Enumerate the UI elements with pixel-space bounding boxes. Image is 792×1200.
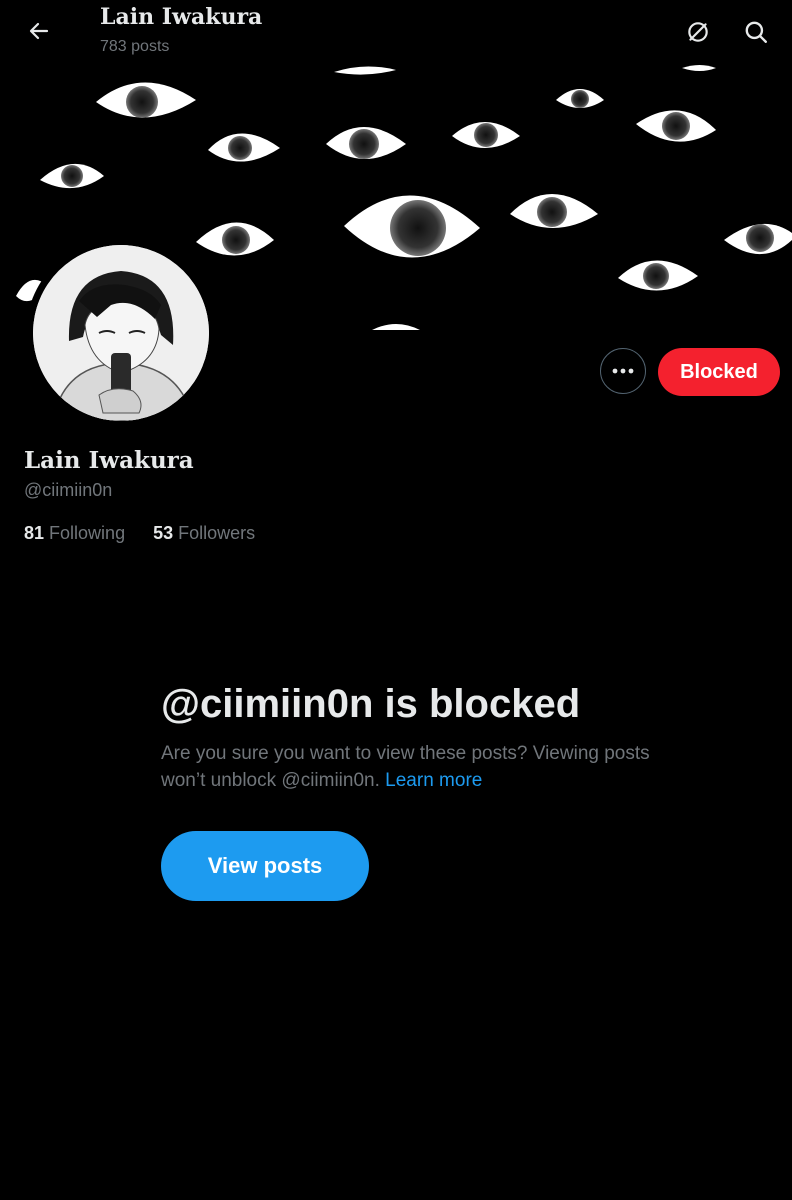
back-button[interactable] bbox=[22, 14, 56, 48]
following-link[interactable]: 81 Following bbox=[24, 523, 125, 544]
blocked-notice-description: Are you sure you want to view these post… bbox=[161, 740, 661, 794]
display-name: Lain Iwakura bbox=[24, 447, 194, 474]
view-posts-button[interactable]: View posts bbox=[161, 831, 369, 901]
followers-count: 53 bbox=[153, 523, 174, 543]
blocked-notice-title: @ciimiin0n is blocked bbox=[161, 682, 581, 726]
follow-stats: 81 Following 53 Followers bbox=[24, 523, 255, 544]
profile-avatar[interactable] bbox=[26, 238, 216, 428]
more-options-icon bbox=[612, 368, 634, 374]
post-count: 783 posts bbox=[100, 38, 170, 55]
top-bar: Lain Iwakura 783 posts bbox=[0, 0, 792, 64]
more-options-button[interactable] bbox=[600, 348, 646, 394]
blocked-button[interactable]: Blocked bbox=[658, 348, 780, 396]
avatar-image bbox=[33, 245, 209, 421]
followers-label: Followers bbox=[178, 523, 256, 543]
search-button[interactable] bbox=[738, 14, 774, 50]
back-arrow-icon bbox=[29, 22, 49, 40]
sync-icon bbox=[688, 22, 708, 42]
learn-more-link[interactable]: Learn more bbox=[385, 770, 482, 791]
search-icon bbox=[745, 21, 767, 43]
following-count: 81 bbox=[24, 523, 45, 543]
header-title: Lain Iwakura bbox=[100, 4, 263, 30]
user-handle: @ciimiin0n bbox=[24, 480, 113, 500]
followers-link[interactable]: 53 Followers bbox=[153, 523, 255, 544]
following-label: Following bbox=[49, 523, 126, 543]
sync-button[interactable] bbox=[680, 14, 716, 50]
